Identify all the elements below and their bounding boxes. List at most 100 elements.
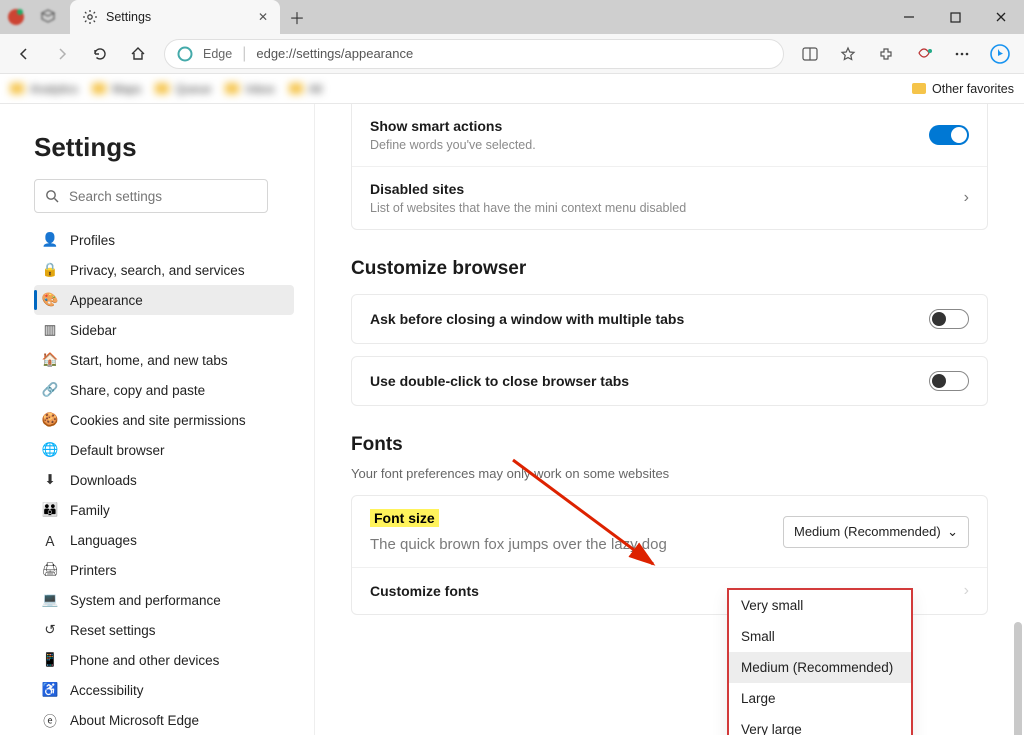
nav-icon: 🍪 xyxy=(42,412,58,428)
favorite-star-icon[interactable] xyxy=(830,38,866,70)
refresh-button[interactable] xyxy=(82,38,118,70)
performance-icon[interactable] xyxy=(906,38,942,70)
sidebar-item-sidebar[interactable]: ▥ Sidebar xyxy=(34,315,294,345)
setting-row-ask-before-closing: Ask before closing a window with multipl… xyxy=(352,295,987,343)
section-heading-customize: Customize browser xyxy=(351,258,988,280)
nav-icon: 🌐 xyxy=(42,442,58,458)
forward-button[interactable] xyxy=(44,38,80,70)
nav-icon: 🔒 xyxy=(42,262,58,278)
sidebar-item-label: Phone and other devices xyxy=(70,653,219,668)
reading-view-icon[interactable] xyxy=(792,38,828,70)
bookmark-item[interactable]: Inbox xyxy=(225,82,274,96)
address-bar[interactable]: Edge | edge://settings/appearance xyxy=(164,39,784,69)
nav-icon: 🎨 xyxy=(42,292,58,308)
sidebar-item-label: Downloads xyxy=(70,473,137,488)
sidebar-item-languages[interactable]: ＡLanguages xyxy=(34,525,294,555)
sidebar-item-label: About Microsoft Edge xyxy=(70,713,199,728)
font-size-option[interactable]: Medium (Recommended) xyxy=(729,652,911,683)
font-size-option[interactable]: Large xyxy=(729,683,911,714)
profile-avatar-icon[interactable] xyxy=(0,1,32,33)
font-size-dropdown: Very smallSmallMedium (Recommended)Large… xyxy=(727,588,913,735)
bookmark-item[interactable]: Maps xyxy=(92,82,141,96)
sidebar-item-phone-and-other-devices[interactable]: 📱Phone and other devices xyxy=(34,645,294,675)
sidebar-item-cookies-and-site-permissions[interactable]: 🍪Cookies and site permissions xyxy=(34,405,294,435)
sidebar-item-label: Sidebar xyxy=(70,323,117,338)
setting-row-disabled-sites[interactable]: Disabled sites List of websites that hav… xyxy=(352,166,987,229)
back-button[interactable] xyxy=(6,38,42,70)
font-size-option[interactable]: Small xyxy=(729,621,911,652)
sidebar-item-family[interactable]: 👪 Family xyxy=(34,495,294,525)
setting-row-title: Show smart actions xyxy=(370,118,536,134)
toggle-smart-actions[interactable] xyxy=(929,125,969,145)
toggle-double-click-close[interactable] xyxy=(929,371,969,391)
settings-search[interactable] xyxy=(34,179,268,213)
sidebar-item-downloads[interactable]: ⬇ Downloads xyxy=(34,465,294,495)
window-maximize-button[interactable] xyxy=(932,0,978,34)
tab-close-icon[interactable]: ✕ xyxy=(258,10,268,24)
nav-icon: ⓔ xyxy=(42,712,58,728)
sidebar-item-label: Start, home, and new tabs xyxy=(70,353,228,368)
font-sample-text: The quick brown fox jumps over the lazy … xyxy=(370,536,667,553)
bookmark-item[interactable]: Analytics xyxy=(10,82,78,96)
other-favorites-button[interactable]: Other favorites xyxy=(912,82,1014,96)
bookmark-item[interactable]: Queue xyxy=(155,82,211,96)
sidebar-item-default-browser[interactable]: 🌐 Default browser xyxy=(34,435,294,465)
browser-tab-settings[interactable]: Settings ✕ xyxy=(70,0,280,34)
setting-row-desc: Define words you've selected. xyxy=(370,138,536,152)
sidebar-item-share-copy-and-paste[interactable]: 🔗Share, copy and paste xyxy=(34,375,294,405)
setting-row-font-size: Font size The quick brown fox jumps over… xyxy=(352,496,987,567)
window-titlebar: Settings ✕ ＋ xyxy=(0,0,1024,34)
chevron-right-icon: › xyxy=(964,582,969,600)
bookmark-item[interactable]: All xyxy=(289,82,322,96)
sidebar-item-label: Reset settings xyxy=(70,623,156,638)
nav-icon: 🔗 xyxy=(42,382,58,398)
sidebar-item-system-and-performance[interactable]: 💻System and performance xyxy=(34,585,294,615)
sidebar-item-label: Appearance xyxy=(70,293,143,308)
nav-icon: ♿ xyxy=(42,682,58,698)
sidebar-item-label: Accessibility xyxy=(70,683,144,698)
scrollbar-thumb[interactable] xyxy=(1014,622,1022,735)
home-button[interactable] xyxy=(120,38,156,70)
sidebar-item-accessibility[interactable]: ♿ Accessibility xyxy=(34,675,294,705)
window-close-button[interactable] xyxy=(978,0,1024,34)
page-title: Settings xyxy=(34,132,294,163)
extensions-icon[interactable] xyxy=(868,38,904,70)
settings-sidebar: Settings 👤Profiles 🔒 Privacy, search, and … xyxy=(0,104,315,735)
nav-icon: ▥ xyxy=(42,322,58,338)
bookmarks-bar: Analytics Maps Queue Inbox All Other fav… xyxy=(0,74,1024,104)
sidebar-item-printers[interactable]: 🖨Printers xyxy=(34,555,294,585)
workspaces-icon[interactable] xyxy=(32,1,64,33)
search-input[interactable] xyxy=(69,189,257,204)
font-size-option[interactable]: Very small xyxy=(729,590,911,621)
gear-icon xyxy=(82,9,98,25)
sidebar-item-appearance[interactable]: 🎨 Appearance xyxy=(34,285,294,315)
sidebar-item-reset-settings[interactable]: ↺ Reset settings xyxy=(34,615,294,645)
nav-icon: ⬇ xyxy=(42,472,58,488)
sidebar-item-privacy-search-and-services[interactable]: 🔒 Privacy, search, and services xyxy=(34,255,294,285)
bing-chat-icon[interactable] xyxy=(982,38,1018,70)
setting-row-title: Disabled sites xyxy=(370,181,686,197)
nav-icon: ↺ xyxy=(42,622,58,638)
window-minimize-button[interactable] xyxy=(886,0,932,34)
sidebar-item-label: System and performance xyxy=(70,593,221,608)
sidebar-item-about-microsoft-edge[interactable]: ⓔ About Microsoft Edge xyxy=(34,705,294,735)
search-icon xyxy=(45,189,59,203)
nav-icon: 👪 xyxy=(42,502,58,518)
sidebar-item-start-home-and-new-tabs[interactable]: 🏠 Start, home, and new tabs xyxy=(34,345,294,375)
sidebar-item-profiles[interactable]: 👤Profiles xyxy=(34,225,294,255)
nav-icon: 🖨 xyxy=(42,562,58,578)
sidebar-item-label: Languages xyxy=(70,533,137,548)
setting-row-double-click-close: Use double-click to close browser tabs xyxy=(352,357,987,405)
setting-row-smart-actions: Show smart actions Define words you've s… xyxy=(352,104,987,166)
browser-toolbar: Edge | edge://settings/appearance xyxy=(0,34,1024,74)
sidebar-item-label: Family xyxy=(70,503,110,518)
new-tab-button[interactable]: ＋ xyxy=(280,5,314,29)
sidebar-item-label: Privacy, search, and services xyxy=(70,263,245,278)
nav-icon: 🏠 xyxy=(42,352,58,368)
more-menu-icon[interactable] xyxy=(944,38,980,70)
toggle-ask-before-closing[interactable] xyxy=(929,309,969,329)
url-text: edge://settings/appearance xyxy=(256,46,413,61)
font-size-option[interactable]: Very large xyxy=(729,714,911,735)
font-size-select[interactable]: Medium (Recommended) ⌄ xyxy=(783,516,969,548)
sidebar-item-label: Default browser xyxy=(70,443,165,458)
